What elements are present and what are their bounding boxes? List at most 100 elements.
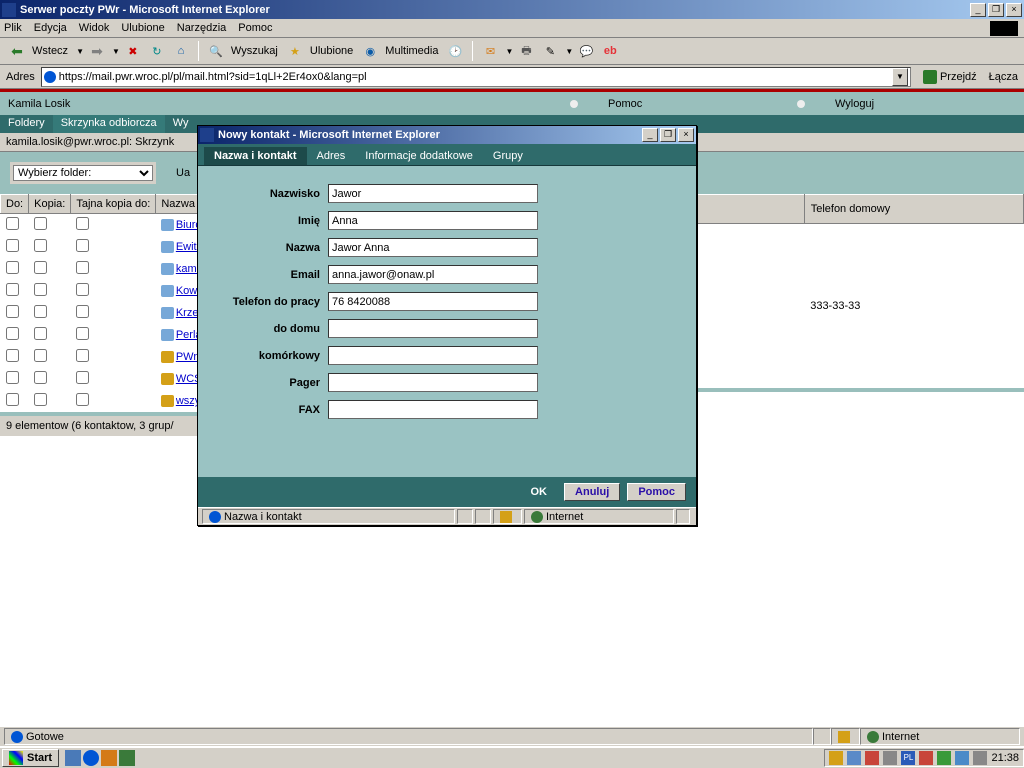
clock[interactable]: 21:38 [991, 752, 1019, 764]
history-button[interactable]: 🕑 [444, 40, 466, 62]
refresh-button[interactable]: ↻ [146, 40, 168, 62]
discuss-button[interactable]: 💬 [575, 40, 597, 62]
to-checkbox[interactable] [6, 261, 19, 274]
bcc-checkbox[interactable] [76, 371, 89, 384]
bcc-checkbox[interactable] [76, 239, 89, 252]
menu-widok[interactable]: Widok [79, 22, 110, 34]
menu-ulubione[interactable]: Ulubione [121, 22, 164, 34]
ok-button[interactable]: OK [520, 484, 557, 500]
cc-checkbox[interactable] [34, 349, 47, 362]
pager-input[interactable] [328, 373, 538, 392]
tab-adres[interactable]: Adres [307, 147, 356, 165]
bcc-checkbox[interactable] [76, 393, 89, 406]
teldom-input[interactable] [328, 319, 538, 338]
edit-button[interactable]: ✎ [539, 40, 561, 62]
tab-foldery[interactable]: Foldery [0, 115, 53, 133]
cc-checkbox[interactable] [34, 239, 47, 252]
menu-plik[interactable]: Plik [4, 22, 22, 34]
app-icon[interactable] [119, 750, 135, 766]
to-checkbox[interactable] [6, 305, 19, 318]
edit-dropdown-icon[interactable]: ▼ [565, 47, 573, 56]
cancel-button[interactable]: Anuluj [564, 483, 620, 501]
media-label[interactable]: Multimedia [385, 45, 438, 57]
fax-input[interactable] [328, 400, 538, 419]
cc-checkbox[interactable] [34, 393, 47, 406]
forward-button[interactable]: ➡ [86, 40, 108, 62]
th-to[interactable]: Do: [1, 195, 29, 214]
logout-link[interactable]: Wyloguj [797, 98, 1024, 110]
home-button[interactable]: ⌂ [170, 40, 192, 62]
to-checkbox[interactable] [6, 349, 19, 362]
tray-icon[interactable] [865, 751, 879, 765]
tab-grupy[interactable]: Grupy [483, 147, 533, 165]
back-dropdown-icon[interactable]: ▼ [76, 47, 84, 56]
restore-button[interactable]: ❐ [988, 3, 1004, 17]
forward-dropdown-icon[interactable]: ▼ [112, 47, 120, 56]
tray-icon[interactable] [883, 751, 897, 765]
contact-link[interactable]: PWr [176, 351, 197, 363]
bcc-checkbox[interactable] [76, 349, 89, 362]
minimize-button[interactable]: _ [970, 3, 986, 17]
close-button[interactable]: × [1006, 3, 1022, 17]
bcc-checkbox[interactable] [76, 327, 89, 340]
favorites-label[interactable]: Ulubione [310, 45, 353, 57]
nazwa-input[interactable] [328, 238, 538, 257]
cc-checkbox[interactable] [34, 261, 47, 274]
ie-icon[interactable] [83, 750, 99, 766]
address-input[interactable] [59, 71, 892, 83]
back-button[interactable]: ⬅ [6, 40, 28, 62]
desktop-icon[interactable] [65, 750, 81, 766]
to-checkbox[interactable] [6, 283, 19, 296]
bcc-checkbox[interactable] [76, 283, 89, 296]
go-button[interactable]: Przejdź [917, 68, 983, 86]
to-checkbox[interactable] [6, 371, 19, 384]
search-icon[interactable]: 🔍 [205, 40, 227, 62]
language-indicator[interactable]: PL [901, 751, 915, 765]
menu-edycja[interactable]: Edycja [34, 22, 67, 34]
tray-icon[interactable] [847, 751, 861, 765]
print-button[interactable]: 🖶 [515, 40, 537, 62]
ati-icon[interactable] [919, 751, 933, 765]
media-icon[interactable]: ◉ [359, 40, 381, 62]
links-label[interactable]: Łącza [989, 71, 1018, 83]
popup-restore-button[interactable]: ❐ [660, 128, 676, 142]
to-checkbox[interactable] [6, 239, 19, 252]
telpraca-input[interactable] [328, 292, 538, 311]
help-link[interactable]: Pomoc [570, 98, 797, 110]
to-checkbox[interactable] [6, 393, 19, 406]
search-label[interactable]: Wyszukaj [231, 45, 278, 57]
popup-close-button[interactable]: × [678, 128, 694, 142]
nazwisko-input[interactable] [328, 184, 538, 203]
email-input[interactable] [328, 265, 538, 284]
bcc-checkbox[interactable] [76, 305, 89, 318]
stop-button[interactable]: ✖ [122, 40, 144, 62]
bcc-checkbox[interactable] [76, 217, 89, 230]
th-cc[interactable]: Kopia: [29, 195, 71, 214]
favorites-icon[interactable]: ★ [284, 40, 306, 62]
cc-checkbox[interactable] [34, 283, 47, 296]
tray-icon[interactable] [955, 751, 969, 765]
mail-button[interactable]: ✉ [479, 40, 501, 62]
tray-icon[interactable] [829, 751, 843, 765]
imie-input[interactable] [328, 211, 538, 230]
th-homephone[interactable]: Telefon domowy [804, 195, 1023, 224]
tab-wy[interactable]: Wy [165, 115, 197, 133]
to-checkbox[interactable] [6, 327, 19, 340]
to-checkbox[interactable] [6, 217, 19, 230]
outlook-icon[interactable] [101, 750, 117, 766]
folder-select[interactable]: Wybierz folder: [13, 165, 153, 181]
popup-minimize-button[interactable]: _ [642, 128, 658, 142]
tray-icon[interactable] [937, 751, 951, 765]
start-button[interactable]: Start [2, 749, 59, 767]
th-bcc[interactable]: Tajna kopia do: [71, 195, 156, 214]
help-button[interactable]: Pomoc [627, 483, 686, 501]
komorka-input[interactable] [328, 346, 538, 365]
cc-checkbox[interactable] [34, 371, 47, 384]
cc-checkbox[interactable] [34, 217, 47, 230]
tab-nazwa[interactable]: Nazwa i kontakt [204, 147, 307, 165]
volume-icon[interactable] [973, 751, 987, 765]
cc-checkbox[interactable] [34, 305, 47, 318]
address-dropdown-icon[interactable]: ▼ [892, 68, 908, 86]
tab-skrzynka[interactable]: Skrzynka odbiorcza [53, 115, 165, 133]
ebay-icon[interactable]: eb [599, 40, 621, 62]
